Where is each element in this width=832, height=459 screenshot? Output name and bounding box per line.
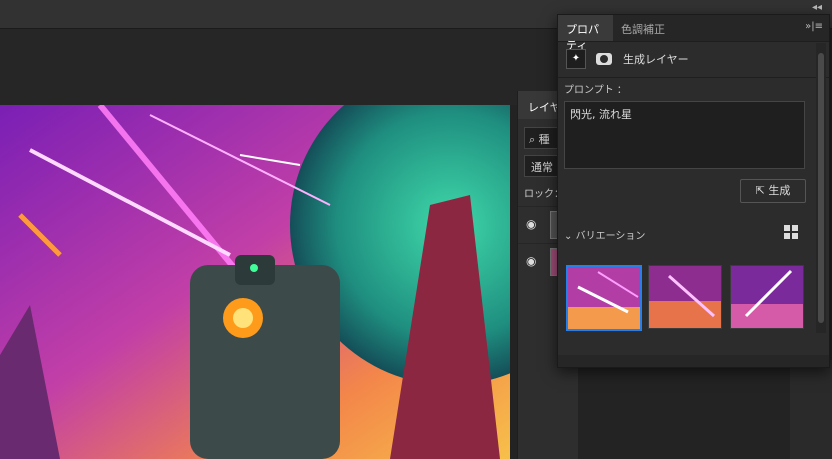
search-icon: ⌕ [529,133,536,146]
generate-button[interactable]: ⇱ 生成 [740,179,806,203]
variation-thumbnail-2[interactable] [648,265,722,329]
variations-header[interactable]: ⌄ バリエーション [564,227,645,242]
collapse-panels-icon[interactable]: ◂◂ [812,2,822,13]
variations-label: バリエーション [575,231,646,242]
document-area [0,29,560,105]
variation-thumbnail-1[interactable] [566,265,642,331]
tab-adjustments[interactable]: 色調補正 [613,15,675,41]
variation-image [649,266,721,328]
canvas[interactable] [0,105,510,459]
layer-type-row: ✦ 生成レイヤー [566,49,689,71]
variation-image [568,267,640,329]
prompt-label: プロンプト ： [564,85,627,96]
grid-view-icon[interactable] [784,225,798,239]
panel-footer [558,355,829,367]
prompt-input[interactable]: 閃光, 流れ星 [564,101,805,169]
chevron-down-icon: ⌄ [564,231,573,242]
layer-filter-value: 種 [538,133,550,146]
mask-icon [595,53,612,65]
scrollbar[interactable] [816,43,826,333]
generate-button-icon: ⇱ [755,184,765,197]
generate-icon: ✦ [566,49,586,69]
eye-icon[interactable]: ◉ [526,217,536,231]
variation-thumbnail-3[interactable] [730,265,804,329]
eye-icon[interactable]: ◉ [526,254,536,268]
properties-tabs: プロパティ 色調補正 »|≡ [558,15,829,52]
variation-image [731,266,803,328]
panel-menu-icon[interactable]: »|≡ [805,21,823,32]
layer-type-label: 生成レイヤー [623,53,689,66]
tab-properties[interactable]: プロパティ [558,15,613,52]
canvas-artwork [0,105,510,459]
right-strip [790,360,832,459]
generate-button-label: 生成 [768,184,791,197]
properties-panel: プロパティ 色調補正 »|≡ ✦ 生成レイヤー プロンプト ： 閃光, 流れ星 … [557,14,830,368]
divider [558,77,829,78]
